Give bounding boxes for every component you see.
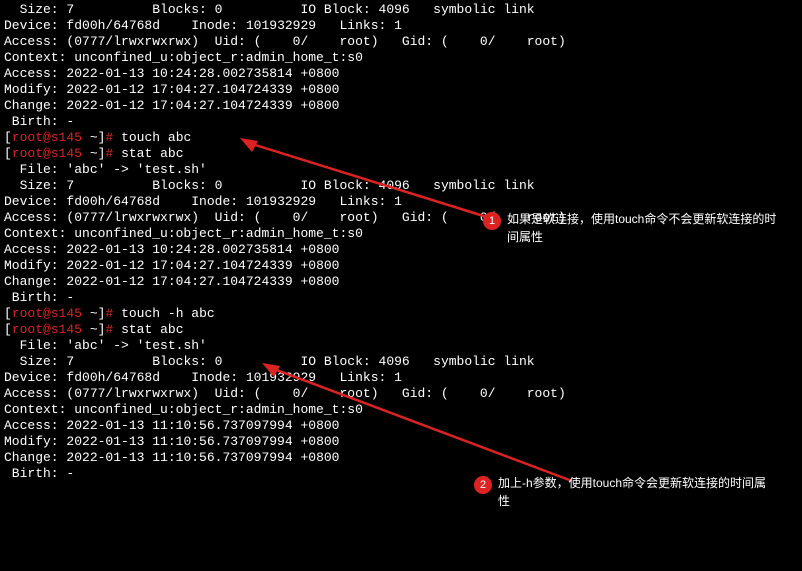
stat-line: Change: 2022-01-12 17:04:27.104724339 +0… [4,274,798,290]
stat-line: File: 'abc' -> 'test.sh' [4,338,798,354]
stat-line: Access: (0777/lrwxrwxrwx) Uid: ( 0/ root… [4,34,798,50]
shell-prompt-touch-h[interactable]: [root@s145 ~]# touch -h abc [4,306,798,322]
stat-line: Modify: 2022-01-13 11:10:56.737097994 +0… [4,434,798,450]
stat-line: Context: unconfined_u:object_r:admin_hom… [4,50,798,66]
stat-line: Birth: - [4,114,798,130]
annotation-text: 加上-h参数，使用touch命令会更新软连接的时间属性 [498,474,778,510]
stat-line: Access: (0777/lrwxrwxrwx) Uid: ( 0/ root… [4,386,798,402]
stat-line: Change: 2022-01-12 17:04:27.104724339 +0… [4,98,798,114]
stat-line: Modify: 2022-01-12 17:04:27.104724339 +0… [4,258,798,274]
shell-prompt-stat2[interactable]: [root@s145 ~]# stat abc [4,322,798,338]
stat-line: Device: fd00h/64768d Inode: 101932929 Li… [4,370,798,386]
stat-line: Size: 7 Blocks: 0 IO Block: 4096 symboli… [4,354,798,370]
stat-line: Device: fd00h/64768d Inode: 101932929 Li… [4,194,798,210]
annotation-marker-icon: 2 [474,476,492,494]
stat-line: Access: 2022-01-13 11:10:56.737097994 +0… [4,418,798,434]
shell-prompt-stat[interactable]: [root@s145 ~]# stat abc [4,146,798,162]
stat-line: Context: unconfined_u:object_r:admin_hom… [4,402,798,418]
stat-line: Access: 2022-01-13 10:24:28.002735814 +0… [4,66,798,82]
annotation-1: 1 如果是软连接，使用touch命令不会更新软连接的时间属性 [483,210,787,246]
annotation-marker-icon: 1 [483,212,501,230]
stat-line: Size: 7 Blocks: 0 IO Block: 4096 symboli… [4,178,798,194]
stat-line: Device: fd00h/64768d Inode: 101932929 Li… [4,18,798,34]
annotation-text: 如果是软连接，使用touch命令不会更新软连接的时间属性 [507,210,787,246]
stat-line: Birth: - [4,290,798,306]
stat-line: Modify: 2022-01-12 17:04:27.104724339 +0… [4,82,798,98]
stat-line: File: 'abc' -> 'test.sh' [4,162,798,178]
stat-line: Change: 2022-01-13 11:10:56.737097994 +0… [4,450,798,466]
annotation-2: 2 加上-h参数，使用touch命令会更新软连接的时间属性 [474,474,778,510]
stat-line: Size: 7 Blocks: 0 IO Block: 4096 symboli… [4,2,798,18]
shell-prompt-touch[interactable]: [root@s145 ~]# touch abc [4,130,798,146]
